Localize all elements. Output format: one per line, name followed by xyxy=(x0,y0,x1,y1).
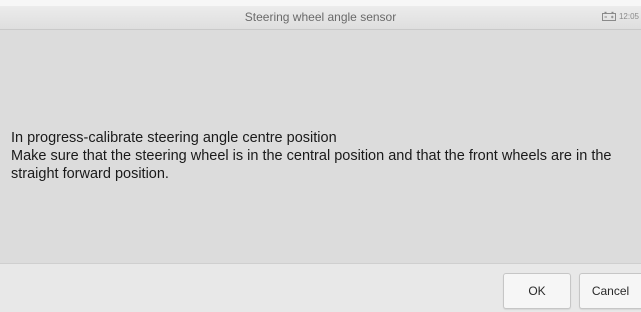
cancel-button[interactable]: Cancel xyxy=(579,273,641,309)
message-area: In progress-calibrate steering angle cen… xyxy=(0,30,641,263)
title-bar: Steering wheel angle sensor 12:05 xyxy=(0,6,641,30)
screen: Steering wheel angle sensor 12:05 In pro… xyxy=(0,0,641,312)
status-area: 12:05 xyxy=(601,11,639,21)
car-battery-icon xyxy=(601,11,616,21)
message-line-2: Make sure that the steering wheel is in … xyxy=(11,148,612,182)
page-title: Steering wheel angle sensor xyxy=(244,10,397,24)
message-line-1: In progress-calibrate steering angle cen… xyxy=(11,130,337,146)
status-time: 12:05 xyxy=(618,11,639,21)
ok-button[interactable]: OK xyxy=(503,273,571,309)
button-bar: OK Cancel xyxy=(0,263,641,312)
message: In progress-calibrate steering angle cen… xyxy=(11,129,635,183)
